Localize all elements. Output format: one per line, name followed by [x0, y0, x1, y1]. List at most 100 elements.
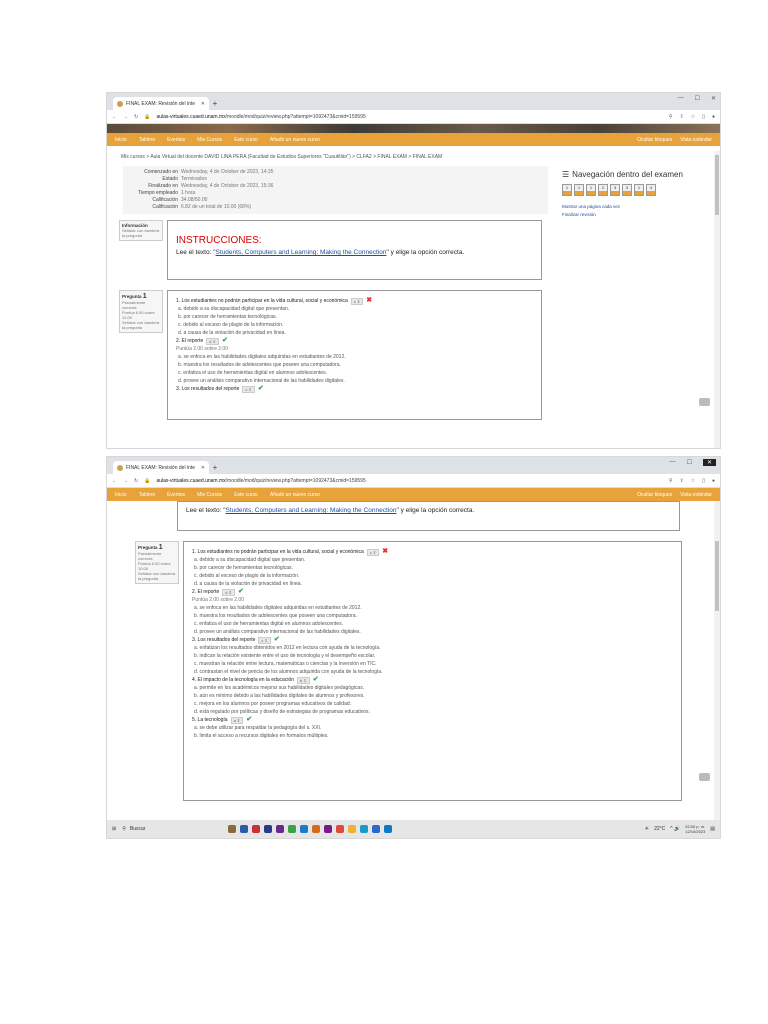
answer-select[interactable]: c ⇕ [242, 385, 255, 393]
flag-question-link[interactable]: Señalar con bandera la pregunta [122, 320, 160, 330]
url-field[interactable]: aulas-virtuales.cuaed.unam.mx/moodle/mod… [156, 114, 662, 120]
site-banner [107, 124, 720, 133]
answer-select[interactable]: a ⇕ [230, 716, 244, 724]
new-tab-icon[interactable]: + [209, 97, 221, 110]
favicon-icon [117, 100, 123, 107]
answer-select[interactable]: d ⇕ [222, 588, 235, 596]
app-icon[interactable] [372, 825, 381, 833]
app-icon[interactable] [276, 825, 285, 833]
back-icon[interactable]: ← [112, 478, 117, 484]
nav-inicio[interactable]: Inicio [115, 137, 127, 143]
site-navbar: Inicio Tablero Eventos Mis Cursos Este c… [107, 133, 720, 146]
app-icon[interactable] [228, 825, 237, 833]
nav-mis-cursos[interactable]: Mis Cursos [197, 137, 222, 143]
wrong-icon: ✖ [366, 297, 373, 304]
sidepanel-icon[interactable]: ▯ [702, 478, 705, 484]
standard-view-button[interactable]: Vista estándar [680, 492, 712, 498]
answer-select[interactable]: b ⇕ [297, 676, 310, 684]
minimize-icon[interactable]: — [678, 95, 684, 102]
hide-blocks-button[interactable]: Ocultar bloques [637, 492, 672, 498]
url-field[interactable]: aulas-virtuales.cuaed.unam.mx/moodle/mod… [156, 478, 662, 484]
profile-icon[interactable]: ● [712, 114, 715, 120]
nav-tablero[interactable]: Tablero [139, 137, 155, 143]
zoom-icon[interactable]: ⚲ [669, 478, 673, 484]
lock-icon: 🔒 [144, 477, 151, 484]
share-icon[interactable]: ⇪ [680, 114, 684, 120]
nav-mis-cursos[interactable]: Mis Cursos [197, 492, 222, 498]
close-tab-icon[interactable]: ✕ [201, 101, 205, 107]
hide-blocks-button[interactable]: Ocultar bloques [637, 137, 672, 143]
flag-question-link[interactable]: Señalar con bandera la pregunta [138, 571, 176, 581]
close-window-icon[interactable]: ✕ [702, 459, 716, 466]
answer-select[interactable]: d ⇕ [206, 337, 219, 345]
app-icon[interactable] [240, 825, 249, 833]
reload-icon[interactable]: ↻ [134, 478, 138, 484]
app-icon[interactable] [252, 825, 261, 833]
taskbar-search[interactable]: ⚲ Buscar [122, 826, 182, 832]
nav-anadir-curso[interactable]: Añadir un nuevo curso [270, 137, 320, 143]
minimize-icon[interactable]: — [670, 459, 676, 466]
app-icon[interactable] [360, 825, 369, 833]
close-tab-icon[interactable]: ✕ [201, 465, 205, 471]
clock[interactable]: 02:00 p. m. 12/10/2023 [685, 824, 705, 834]
show-one-page-link[interactable]: Mostrar una página cada vez [562, 204, 720, 209]
reload-icon[interactable]: ↻ [134, 114, 138, 120]
address-bar: ← → ↻ 🔒 aulas-virtuales.cuaed.unam.mx/mo… [107, 110, 720, 124]
app-icon[interactable] [300, 825, 309, 833]
share-icon[interactable]: ⇪ [680, 478, 684, 484]
star-icon[interactable]: ☆ [691, 114, 695, 120]
list-icon: ☰ [562, 170, 570, 179]
app-icon[interactable] [324, 825, 333, 833]
notifications-icon[interactable]: ▤ [710, 826, 715, 832]
browser-tab[interactable]: FINAL EXAM: Revisión del inte ✕ [113, 461, 209, 474]
back-icon[interactable]: ← [112, 114, 117, 120]
app-icon[interactable] [348, 825, 357, 833]
scroll-top-button[interactable] [699, 773, 710, 781]
taskbar-apps [228, 825, 393, 833]
maximize-icon[interactable]: ☐ [695, 95, 700, 102]
forward-icon[interactable]: → [123, 114, 128, 120]
scroll-top-button[interactable] [699, 398, 710, 406]
window-controls: — ☐ ✕ [678, 95, 716, 102]
new-tab-icon[interactable]: + [209, 461, 221, 474]
nav-este-curso[interactable]: Este curso [234, 137, 258, 143]
app-icon[interactable] [336, 825, 345, 833]
breadcrumb[interactable]: Mis cursos > Aula Virtual del docente DA… [107, 146, 720, 166]
app-icon[interactable] [312, 825, 321, 833]
flag-question-link[interactable]: Señalar con bandera la pregunta [122, 228, 160, 238]
sidepanel-icon[interactable]: ▯ [702, 114, 705, 120]
nav-eventos[interactable]: Eventos [167, 137, 185, 143]
finish-review-link[interactable]: Finalizar revisión [562, 212, 720, 217]
app-icon[interactable] [264, 825, 273, 833]
star-icon[interactable]: ☆ [691, 478, 695, 484]
close-window-icon[interactable]: ✕ [711, 95, 716, 102]
nav-eventos[interactable]: Eventos [167, 492, 185, 498]
app-icon[interactable] [384, 825, 393, 833]
instructions-title: INSTRUCCIONES: [176, 235, 262, 246]
maximize-icon[interactable]: ☐ [687, 459, 692, 466]
nav-este-curso[interactable]: Este curso [234, 492, 258, 498]
nav-inicio[interactable]: Inicio [115, 492, 127, 498]
standard-view-button[interactable]: Vista estándar [680, 137, 712, 143]
reading-link[interactable]: Students, Computers and Learning: Making… [216, 249, 387, 256]
address-bar: ← → ↻ 🔒 aulas-virtuales.cuaed.unam.mx/mo… [107, 474, 720, 488]
profile-icon[interactable]: ● [712, 478, 715, 484]
browser-tabbar: FINAL EXAM: Revisión del inte ✕ + — ☐ ✕ [107, 93, 720, 110]
forward-icon[interactable]: → [123, 478, 128, 484]
reading-link[interactable]: Students, Computers and Learning: Making… [226, 507, 397, 514]
nav-anadir-curso[interactable]: Añadir un nuevo curso [270, 492, 320, 498]
answer-select[interactable]: c ⇕ [366, 548, 380, 556]
question-box: 1. Los estudiantes no podrán participar … [183, 541, 682, 801]
browser-tab[interactable]: FINAL EXAM: Revisión del inte ✕ [113, 97, 209, 110]
scrollbar[interactable] [714, 501, 720, 822]
nav-tablero[interactable]: Tablero [139, 492, 155, 498]
answer-select[interactable]: c ⇕ [258, 636, 271, 644]
zoom-icon[interactable]: ⚲ [669, 114, 673, 120]
scrollbar[interactable] [714, 151, 720, 448]
windows-start-icon[interactable]: ⊞ [112, 826, 116, 832]
tray-icons[interactable]: ^ 🔊 [670, 826, 680, 832]
site-navbar: Inicio Tablero Eventos Mis Cursos Este c… [107, 488, 720, 501]
answer-select[interactable]: c ⇕ [350, 297, 364, 305]
app-icon[interactable] [288, 825, 297, 833]
screenshot-bottom: FINAL EXAM: Revisión del inte ✕ + — ☐ ✕ … [106, 456, 721, 839]
